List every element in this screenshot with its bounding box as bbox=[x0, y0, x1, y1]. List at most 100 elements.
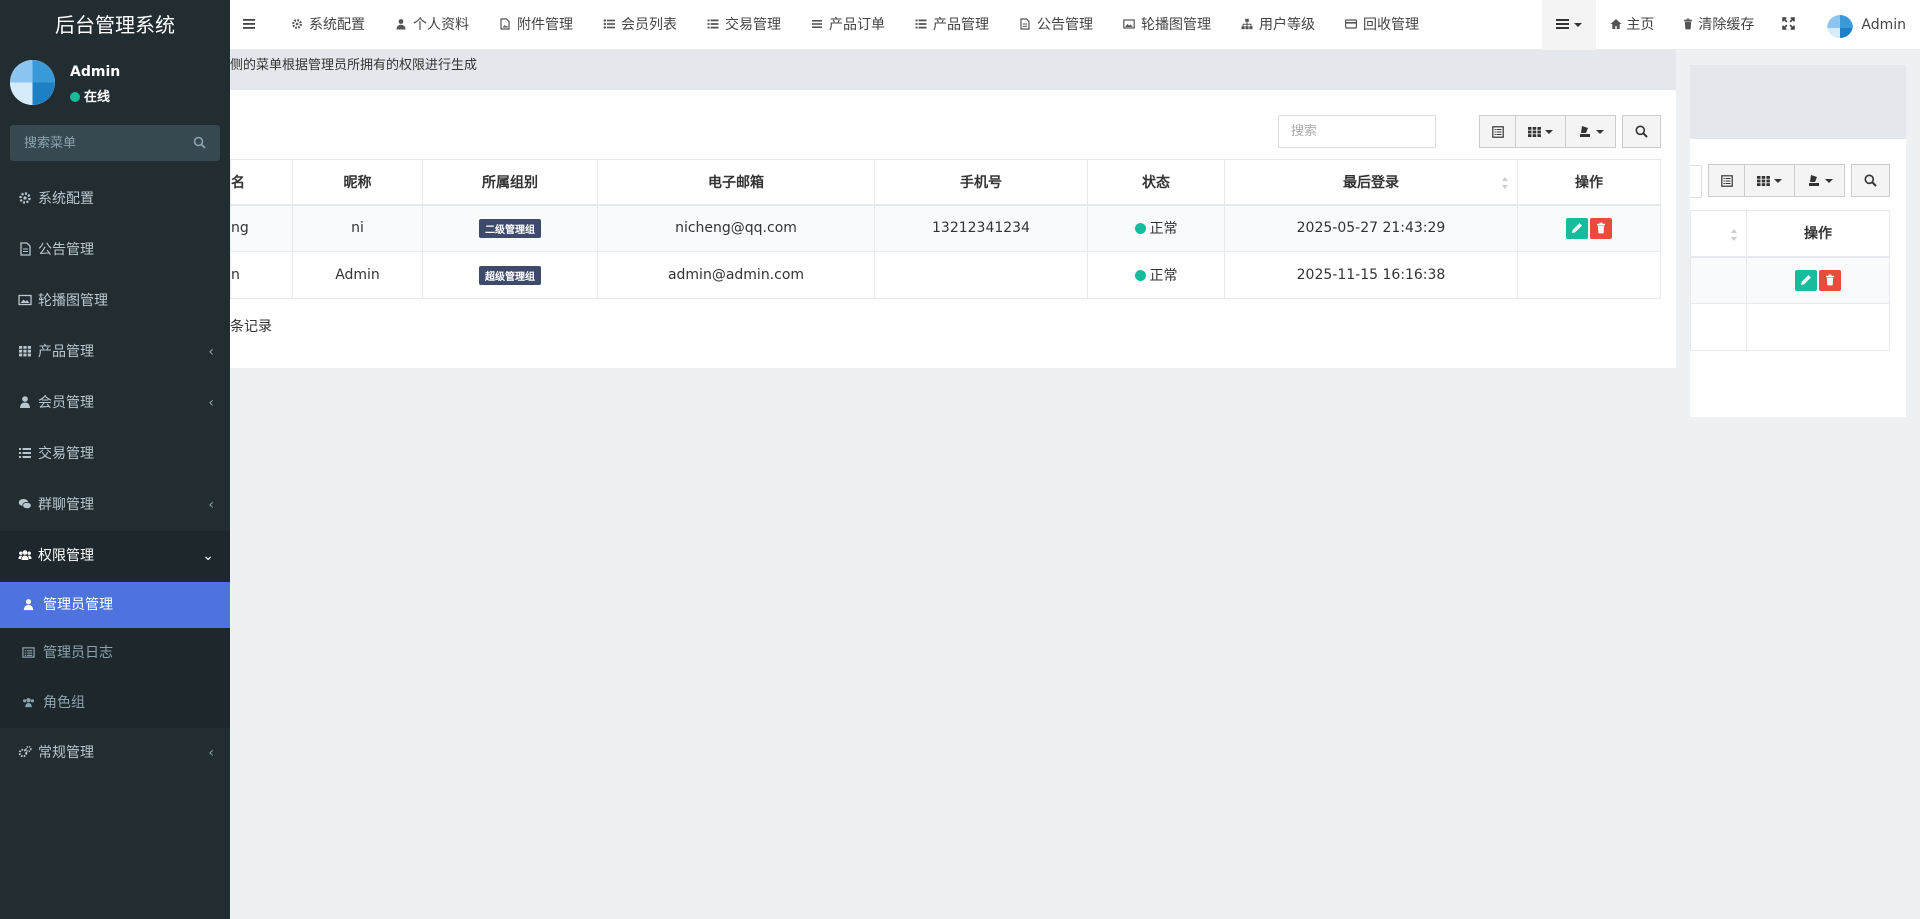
tab-profile[interactable]: 个人资料 bbox=[380, 0, 484, 50]
top-navbar: 系统配置 个人资料 附件管理 会员列表 交易管理 产品订单 产品管理 公告管理 … bbox=[230, 0, 1920, 50]
column-last-login[interactable]: 最后登录 bbox=[1224, 159, 1518, 206]
export-dropdown-button[interactable] bbox=[1795, 164, 1845, 197]
search-icon[interactable] bbox=[193, 136, 206, 149]
group-icon bbox=[18, 550, 32, 560]
tab-recycle[interactable]: 回收管理 bbox=[1330, 0, 1434, 50]
sidebar-item-admin-log[interactable]: 管理员日志 bbox=[0, 628, 230, 678]
user-icon bbox=[396, 19, 406, 30]
sidebar-item-system-config[interactable]: 系统配置 bbox=[0, 174, 230, 225]
sidebar-item-group-chat[interactable]: 群聊管理 ‹ bbox=[0, 480, 230, 531]
gear-icon bbox=[292, 19, 302, 29]
tab-announcements[interactable]: 公告管理 bbox=[1004, 0, 1108, 50]
sidebar-item-carousel[interactable]: 轮播图管理 bbox=[0, 276, 230, 327]
sidebar-item-label: 系统配置 bbox=[38, 191, 94, 207]
sidebar-item-permissions[interactable]: 权限管理 ⌄ bbox=[0, 531, 230, 582]
caret-down-icon bbox=[1574, 23, 1583, 27]
fullscreen-button[interactable] bbox=[1768, 0, 1813, 50]
columns-icon bbox=[1757, 175, 1770, 186]
columns-icon bbox=[1528, 126, 1541, 137]
export-dropdown-button[interactable] bbox=[1566, 115, 1616, 148]
menu-search-input[interactable] bbox=[10, 125, 185, 161]
search-icon bbox=[1864, 174, 1877, 187]
status-text: 正常 bbox=[1149, 221, 1178, 238]
expand-icon bbox=[1782, 17, 1796, 30]
search-button[interactable] bbox=[1851, 164, 1890, 197]
column-status[interactable]: 状态 bbox=[1087, 159, 1225, 206]
pencil-icon bbox=[1801, 274, 1811, 285]
columns-dropdown-button[interactable] bbox=[1516, 115, 1566, 148]
table-row[interactable] bbox=[1690, 303, 1890, 351]
table-row[interactable]: n Admin 超级管理组 admin@admin.com 正常 2025-11… bbox=[230, 251, 1661, 299]
right-search-input-edge[interactable] bbox=[1690, 165, 1702, 198]
column-group[interactable]: 所属组别 bbox=[422, 159, 598, 206]
sidebar: 后台管理系统 Admin 在线 系统配置 公告管理 轮播图管理 产品管理 ‹ 会员… bbox=[0, 0, 230, 919]
column-sort[interactable] bbox=[1690, 210, 1747, 258]
column-username[interactable]: 名 bbox=[230, 159, 293, 206]
sort-icon[interactable] bbox=[1730, 228, 1738, 242]
column-mobile[interactable]: 手机号 bbox=[874, 159, 1088, 206]
image-icon bbox=[18, 294, 32, 306]
bars-icon bbox=[812, 20, 822, 28]
table-row[interactable]: ng ni 二级管理组 nicheng@qq.com 13212341234 正… bbox=[230, 204, 1661, 252]
home-link[interactable]: 主页 bbox=[1596, 0, 1668, 50]
tab-label: 轮播图管理 bbox=[1141, 17, 1211, 33]
sort-icon[interactable] bbox=[1501, 176, 1509, 190]
clear-cache-label: 清除缓存 bbox=[1698, 17, 1755, 33]
tab-member-list[interactable]: 会员列表 bbox=[588, 0, 692, 50]
chevron-left-icon: ‹ bbox=[208, 344, 214, 360]
column-nickname[interactable]: 昵称 bbox=[292, 159, 423, 206]
caret-down-icon bbox=[1595, 129, 1604, 134]
toggle-view-button[interactable] bbox=[1479, 115, 1516, 148]
cell-status: 正常 bbox=[1087, 251, 1225, 299]
export-icon bbox=[1579, 126, 1590, 137]
cell-username: n bbox=[230, 251, 293, 299]
right-search-button-group bbox=[1851, 164, 1890, 197]
edit-button[interactable] bbox=[1795, 269, 1817, 291]
cell-nickname: Admin bbox=[292, 251, 423, 299]
home-icon bbox=[1610, 19, 1622, 29]
sidebar-item-transactions[interactable]: 交易管理 bbox=[0, 429, 230, 480]
status-dot-icon bbox=[1134, 223, 1146, 235]
right-panel: 操作 bbox=[1690, 139, 1906, 417]
tab-transactions[interactable]: 交易管理 bbox=[692, 0, 796, 50]
tab-label: 公告管理 bbox=[1037, 17, 1093, 33]
tab-product-orders[interactable]: 产品订单 bbox=[796, 0, 900, 50]
cogs-icon bbox=[18, 745, 32, 758]
table-search-input[interactable] bbox=[1291, 124, 1431, 139]
delete-button[interactable] bbox=[1590, 217, 1612, 239]
user-menu[interactable]: Admin bbox=[1813, 0, 1920, 50]
sidebar-item-admin-manage[interactable]: 管理员管理 bbox=[0, 582, 230, 628]
clear-cache-button[interactable]: 清除缓存 bbox=[1668, 0, 1768, 50]
sidebar-item-members[interactable]: 会员管理 ‹ bbox=[0, 378, 230, 429]
sidebar-item-label: 轮播图管理 bbox=[38, 293, 108, 309]
columns-dropdown-button[interactable] bbox=[1745, 164, 1795, 197]
table-row[interactable] bbox=[1690, 256, 1890, 304]
sidebar-item-general[interactable]: 常规管理 ‹ bbox=[0, 728, 230, 779]
delete-button[interactable] bbox=[1819, 269, 1841, 291]
chevron-left-icon: ‹ bbox=[208, 497, 214, 513]
tab-products[interactable]: 产品管理 bbox=[900, 0, 1004, 50]
list-alt-icon bbox=[1720, 174, 1733, 187]
table-search bbox=[1278, 115, 1436, 148]
user-status-text: 在线 bbox=[84, 90, 111, 105]
cell-actions bbox=[1517, 204, 1661, 252]
tab-user-levels[interactable]: 用户等级 bbox=[1226, 0, 1330, 50]
column-email[interactable]: 电子邮箱 bbox=[597, 159, 875, 206]
tab-system-config[interactable]: 系统配置 bbox=[276, 0, 380, 50]
sidebar-item-role-group[interactable]: 角色组 bbox=[0, 678, 230, 728]
cell-actions bbox=[1517, 251, 1661, 299]
brand-title[interactable]: 后台管理系统 bbox=[0, 0, 230, 50]
menu-toggle-icon[interactable] bbox=[242, 17, 256, 31]
sidebar-item-label: 交易管理 bbox=[38, 446, 94, 462]
sidebar-item-products[interactable]: 产品管理 ‹ bbox=[0, 327, 230, 378]
sidebar-item-announcement[interactable]: 公告管理 bbox=[0, 225, 230, 276]
toggle-view-button[interactable] bbox=[1708, 164, 1745, 197]
gear-icon bbox=[19, 192, 31, 204]
more-tabs-dropdown[interactable] bbox=[1542, 0, 1597, 50]
tab-attachments[interactable]: 附件管理 bbox=[484, 0, 588, 50]
search-button[interactable] bbox=[1622, 115, 1661, 148]
edit-button[interactable] bbox=[1566, 217, 1588, 239]
list-icon bbox=[915, 19, 927, 29]
admin-list-panel: 名 昵称 所属组别 电子邮箱 手机号 状态 最后登录 操作 ng ni 二级管理… bbox=[230, 90, 1676, 368]
tab-carousel[interactable]: 轮播图管理 bbox=[1108, 0, 1226, 50]
